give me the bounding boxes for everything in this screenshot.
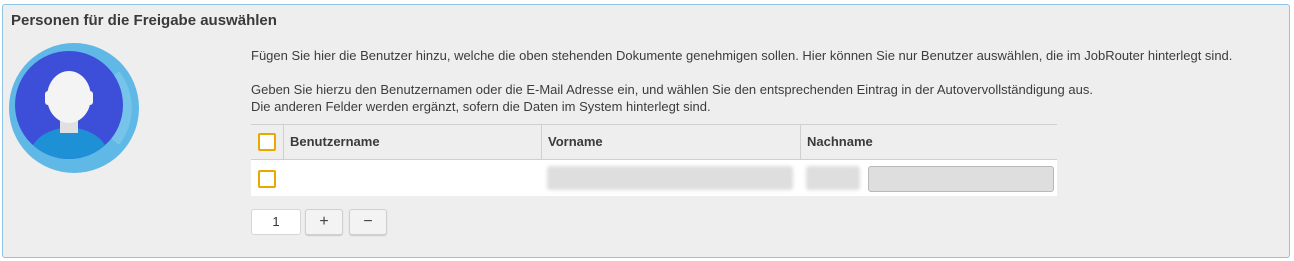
column-label: Nachname (807, 134, 873, 149)
panel-title: Personen für die Freigabe auswählen (11, 12, 277, 29)
user-table: Benutzername Vorname Nachname (251, 124, 1057, 196)
username-cell (283, 160, 541, 196)
row-count-input[interactable]: 1 (251, 209, 301, 235)
lastname-field (806, 166, 860, 190)
column-header-lastname: Nachname (800, 125, 1057, 159)
select-all-checkbox[interactable] (258, 133, 276, 151)
lastname-input[interactable] (868, 166, 1054, 192)
add-row-button[interactable]: + (305, 209, 343, 235)
description-line-1: Fügen Sie hier die Benutzer hinzu, welch… (251, 48, 1233, 63)
lastname-cell (800, 160, 1057, 196)
description-line-3: Die anderen Felder werden ergänzt, sofer… (251, 99, 711, 114)
table-row (251, 160, 1057, 196)
user-avatar-icon (9, 43, 139, 173)
firstname-field (547, 166, 793, 190)
description-line-2: Geben Sie hierzu den Benutzernamen oder … (251, 82, 1093, 97)
column-header-firstname: Vorname (541, 125, 800, 159)
selection-panel: Personen für die Freigabe auswählen Füge… (2, 4, 1290, 258)
select-all-cell (251, 125, 283, 159)
column-header-username: Benutzername (283, 125, 541, 159)
username-input[interactable] (287, 166, 537, 190)
column-label: Benutzername (290, 134, 380, 149)
row-select-cell (251, 160, 283, 196)
column-label: Vorname (548, 134, 603, 149)
row-checkbox[interactable] (258, 170, 276, 188)
remove-row-button[interactable]: − (349, 209, 387, 235)
firstname-cell (541, 160, 800, 196)
table-header: Benutzername Vorname Nachname (251, 124, 1057, 160)
